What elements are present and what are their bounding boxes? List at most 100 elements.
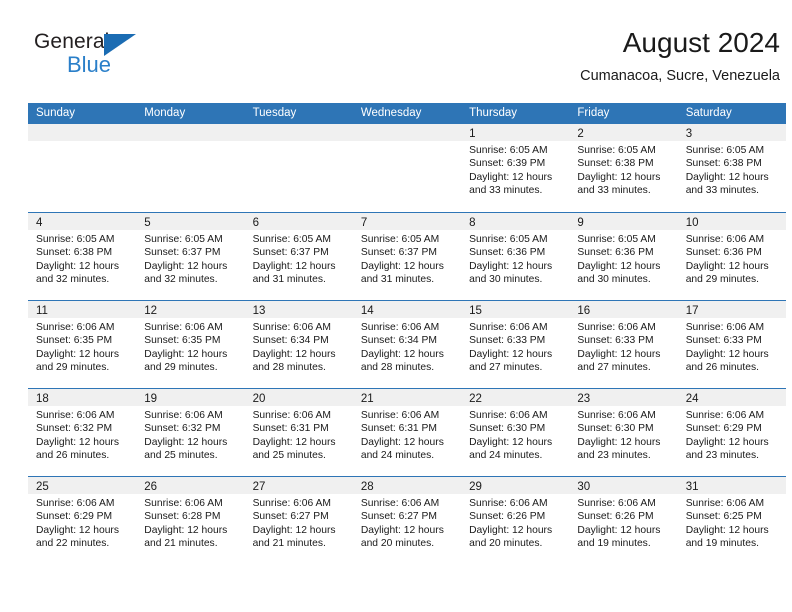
daylight-text-line1: Daylight: 12 hours: [252, 436, 336, 448]
day-number: 10: [685, 217, 699, 229]
daylight-text-line2: and 21 minutes.: [144, 538, 218, 550]
day-cell[interactable]: 3 Sunrise: 6:05 AM Sunset: 6:38 PM Dayli…: [677, 124, 786, 212]
day-cell[interactable]: 30 Sunrise: 6:06 AM Sunset: 6:26 PM Dayl…: [569, 477, 678, 564]
day-number: 30: [577, 481, 591, 493]
daylight-text-line2: and 26 minutes.: [36, 450, 110, 462]
sunset-text: Sunset: 6:33 PM: [577, 335, 654, 347]
day-cell[interactable]: 18 Sunrise: 6:06 AM Sunset: 6:32 PM Dayl…: [28, 389, 137, 476]
day-cell[interactable]: 10 Sunrise: 6:06 AM Sunset: 6:36 PM Dayl…: [677, 213, 786, 300]
sunset-text: Sunset: 6:38 PM: [36, 247, 113, 259]
weekday-header-tuesday: Tuesday: [252, 107, 297, 119]
sunset-text: Sunset: 6:33 PM: [685, 335, 762, 347]
day-cell[interactable]: 24 Sunrise: 6:06 AM Sunset: 6:29 PM Dayl…: [677, 389, 786, 476]
day-details: Sunrise: 6:05 AM Sunset: 6:39 PM Dayligh…: [461, 141, 569, 198]
day-cell[interactable]: [28, 124, 137, 212]
day-cell[interactable]: 9 Sunrise: 6:05 AM Sunset: 6:36 PM Dayli…: [569, 213, 678, 300]
general-blue-logo[interactable]: General Blue: [34, 30, 154, 86]
day-number: 2: [577, 128, 584, 140]
day-cell[interactable]: 25 Sunrise: 6:06 AM Sunset: 6:29 PM Dayl…: [28, 477, 137, 564]
sunset-text: Sunset: 6:38 PM: [685, 158, 762, 170]
day-cell[interactable]: 27 Sunrise: 6:06 AM Sunset: 6:27 PM Dayl…: [244, 477, 353, 564]
daylight-text-line1: Daylight: 12 hours: [685, 348, 769, 360]
day-cell[interactable]: 6 Sunrise: 6:05 AM Sunset: 6:37 PM Dayli…: [244, 213, 353, 300]
daylight-text-line2: and 19 minutes.: [577, 538, 651, 550]
day-details: Sunrise: 6:06 AM Sunset: 6:34 PM Dayligh…: [245, 318, 353, 375]
sunset-text: Sunset: 6:32 PM: [144, 423, 221, 435]
day-cell[interactable]: 21 Sunrise: 6:06 AM Sunset: 6:31 PM Dayl…: [352, 389, 462, 476]
day-number: 9: [577, 217, 584, 229]
day-number-band: 25: [28, 477, 137, 494]
daylight-text-line1: Daylight: 12 hours: [685, 171, 769, 183]
day-number-band: 3: [677, 124, 786, 141]
day-cell[interactable]: 2 Sunrise: 6:05 AM Sunset: 6:38 PM Dayli…: [569, 124, 678, 212]
day-cell[interactable]: 1 Sunrise: 6:05 AM Sunset: 6:39 PM Dayli…: [461, 124, 570, 212]
day-number: 19: [144, 393, 158, 405]
day-cell[interactable]: 20 Sunrise: 6:06 AM Sunset: 6:31 PM Dayl…: [244, 389, 353, 476]
daylight-text-line2: and 20 minutes.: [469, 538, 543, 550]
day-number-band: 30: [569, 477, 678, 494]
day-cell[interactable]: 7 Sunrise: 6:05 AM Sunset: 6:37 PM Dayli…: [352, 213, 462, 300]
day-number-band: 5: [136, 213, 245, 230]
day-number-band: [352, 124, 462, 141]
day-cell[interactable]: 28 Sunrise: 6:06 AM Sunset: 6:27 PM Dayl…: [352, 477, 462, 564]
day-cell[interactable]: 8 Sunrise: 6:05 AM Sunset: 6:36 PM Dayli…: [461, 213, 570, 300]
day-number-band: 22: [461, 389, 570, 406]
weekday-header-saturday: Saturday: [685, 107, 732, 119]
day-cell[interactable]: 23 Sunrise: 6:06 AM Sunset: 6:30 PM Dayl…: [569, 389, 678, 476]
day-number-band: 9: [569, 213, 678, 230]
daylight-text-line1: Daylight: 12 hours: [577, 436, 661, 448]
sunrise-text: Sunrise: 6:06 AM: [360, 498, 440, 509]
day-cell[interactable]: [352, 124, 462, 212]
sunrise-text: Sunrise: 6:05 AM: [469, 145, 548, 156]
day-details: Sunrise: 6:06 AM Sunset: 6:25 PM Dayligh…: [678, 494, 786, 551]
daylight-text-line2: and 32 minutes.: [36, 274, 110, 286]
day-cell[interactable]: 19 Sunrise: 6:06 AM Sunset: 6:32 PM Dayl…: [136, 389, 245, 476]
sunset-text: Sunset: 6:25 PM: [685, 511, 762, 523]
day-cell[interactable]: 4 Sunrise: 6:05 AM Sunset: 6:38 PM Dayli…: [28, 213, 137, 300]
day-details: Sunrise: 6:06 AM Sunset: 6:26 PM Dayligh…: [461, 494, 569, 551]
day-number-band: 10: [677, 213, 786, 230]
sunset-text: Sunset: 6:33 PM: [469, 335, 546, 347]
day-cell[interactable]: 16 Sunrise: 6:06 AM Sunset: 6:33 PM Dayl…: [569, 301, 678, 388]
day-number-band: 23: [569, 389, 678, 406]
day-cell[interactable]: [244, 124, 353, 212]
sunrise-text: Sunrise: 6:06 AM: [469, 322, 548, 333]
day-cell[interactable]: 22 Sunrise: 6:06 AM Sunset: 6:30 PM Dayl…: [461, 389, 570, 476]
day-number: 17: [685, 305, 699, 317]
daylight-text-line1: Daylight: 12 hours: [577, 524, 661, 536]
day-number: 22: [469, 393, 482, 405]
day-number: 23: [577, 393, 591, 405]
day-cell[interactable]: 14 Sunrise: 6:06 AM Sunset: 6:34 PM Dayl…: [352, 301, 462, 388]
day-cell[interactable]: 31 Sunrise: 6:06 AM Sunset: 6:25 PM Dayl…: [677, 477, 786, 564]
day-cell[interactable]: 11 Sunrise: 6:06 AM Sunset: 6:35 PM Dayl…: [28, 301, 137, 388]
day-cell[interactable]: 5 Sunrise: 6:05 AM Sunset: 6:37 PM Dayli…: [136, 213, 245, 300]
sunrise-text: Sunrise: 6:06 AM: [685, 234, 765, 245]
day-number: 11: [36, 305, 48, 317]
day-cell[interactable]: [136, 124, 245, 212]
day-cell[interactable]: 29 Sunrise: 6:06 AM Sunset: 6:26 PM Dayl…: [461, 477, 570, 564]
day-number: 14: [360, 305, 374, 317]
day-details: Sunrise: 6:06 AM Sunset: 6:29 PM Dayligh…: [678, 406, 786, 463]
daylight-text-line2: and 33 minutes.: [469, 185, 543, 197]
sunrise-text: Sunrise: 6:06 AM: [144, 410, 223, 421]
day-number: 21: [360, 393, 374, 405]
day-details: Sunrise: 6:05 AM Sunset: 6:38 PM Dayligh…: [28, 230, 136, 287]
day-number-band: 16: [569, 301, 678, 318]
page-header: General Blue August 2024 Cumanacoa, Sucr…: [28, 26, 786, 98]
day-cell[interactable]: 12 Sunrise: 6:06 AM Sunset: 6:35 PM Dayl…: [136, 301, 245, 388]
day-number-band: 21: [352, 389, 462, 406]
sunrise-text: Sunrise: 6:06 AM: [36, 322, 115, 333]
day-number-band: 31: [677, 477, 786, 494]
day-cell[interactable]: 13 Sunrise: 6:06 AM Sunset: 6:34 PM Dayl…: [244, 301, 353, 388]
sunrise-text: Sunrise: 6:06 AM: [36, 498, 115, 509]
day-details: Sunrise: 6:06 AM Sunset: 6:26 PM Dayligh…: [569, 494, 677, 551]
daylight-text-line2: and 30 minutes.: [469, 274, 543, 286]
day-cell[interactable]: 17 Sunrise: 6:06 AM Sunset: 6:33 PM Dayl…: [677, 301, 786, 388]
day-details: Sunrise: 6:06 AM Sunset: 6:31 PM Dayligh…: [245, 406, 353, 463]
day-cell[interactable]: 26 Sunrise: 6:06 AM Sunset: 6:28 PM Dayl…: [136, 477, 245, 564]
day-cell[interactable]: 15 Sunrise: 6:06 AM Sunset: 6:33 PM Dayl…: [461, 301, 570, 388]
day-details: Sunrise: 6:05 AM Sunset: 6:38 PM Dayligh…: [569, 141, 677, 198]
day-details: Sunrise: 6:06 AM Sunset: 6:29 PM Dayligh…: [28, 494, 136, 551]
day-details: Sunrise: 6:06 AM Sunset: 6:33 PM Dayligh…: [461, 318, 569, 375]
day-number: 1: [469, 128, 476, 140]
